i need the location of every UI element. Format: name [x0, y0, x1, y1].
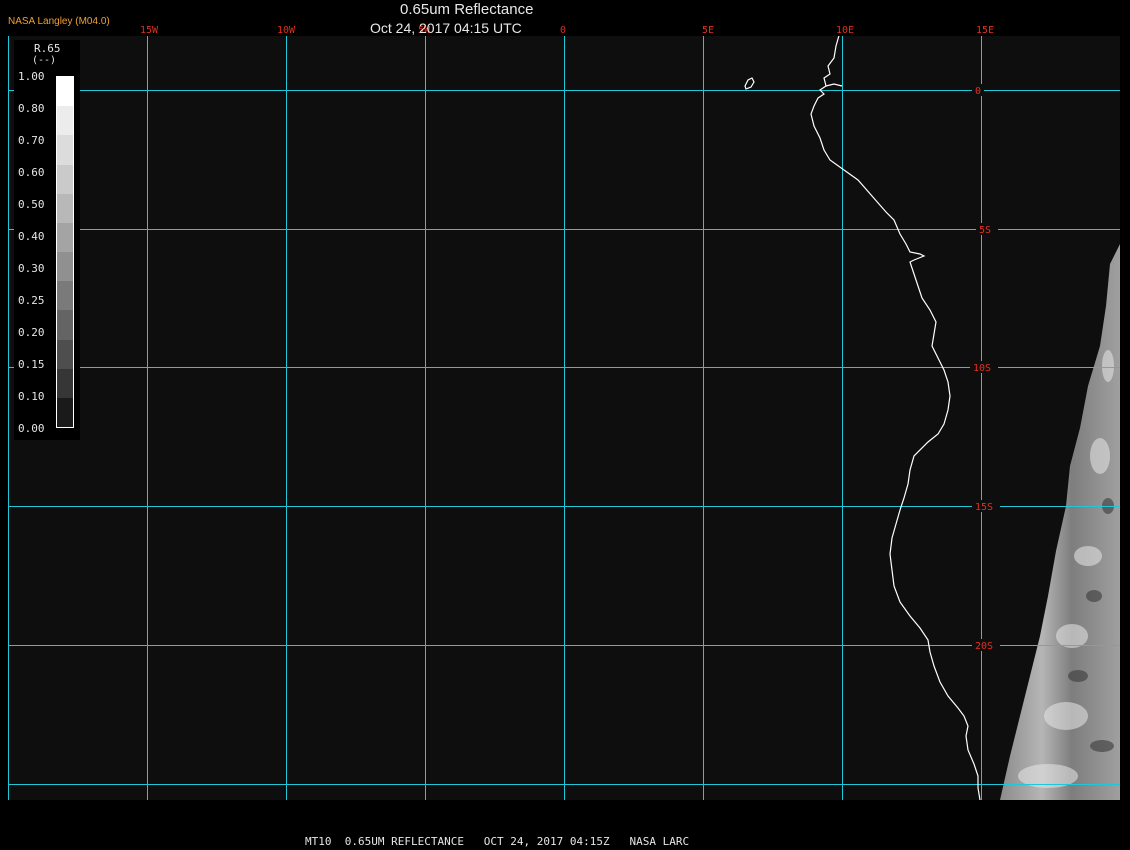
- legend-tick-label: 0.70: [18, 134, 45, 147]
- footer-caption: MT10 0.65UM REFLECTANCE OCT 24, 2017 04:…: [305, 835, 690, 848]
- legend-tick-label: 0.60: [18, 166, 45, 179]
- legend-units: (--): [32, 55, 57, 66]
- colorbar: [56, 76, 74, 428]
- colorbar-segment: [57, 368, 73, 398]
- image-timestamp: Oct 24, 2017 04:15 UTC: [370, 20, 522, 36]
- image-title: 0.65um Reflectance: [400, 1, 534, 18]
- lat-label-10s: 10S: [973, 363, 991, 374]
- coastline: [810, 36, 981, 800]
- legend-tick-label: 0.30: [18, 262, 45, 275]
- legend-tick-label: 1.00: [18, 70, 45, 83]
- colorbar-segment: [57, 164, 73, 194]
- map-area[interactable]: 0 5S 10S 15S 20S: [8, 36, 1120, 800]
- colorbar-segment: [57, 252, 73, 282]
- legend-tick-label: 0.00: [18, 422, 45, 435]
- lat-label-5s: 5S: [979, 225, 991, 236]
- colorbar-segment: [57, 397, 73, 428]
- lat-label-20s: 20S: [975, 641, 993, 652]
- legend-tick-label: 0.80: [18, 102, 45, 115]
- colorbar-segment: [57, 310, 73, 340]
- legend-tick-label: 0.10: [18, 390, 45, 403]
- longitude-label-bar: 15W 10W 5W 0 5E 10E 15E: [140, 25, 994, 36]
- latitude-labels: 0 5S 10S 15S 20S: [970, 84, 1000, 652]
- colorbar-segment: [57, 339, 73, 369]
- lon-label-10w: 10W: [277, 25, 296, 36]
- colorbar-segment: [57, 77, 73, 107]
- lon-label-10e: 10E: [836, 25, 854, 36]
- lon-label-15w: 15W: [140, 25, 159, 36]
- meridians: [8, 36, 982, 800]
- lat-label-15s: 15S: [975, 502, 993, 513]
- lat-label-0: 0: [975, 86, 981, 97]
- legend-tick-label: 0.50: [18, 198, 45, 211]
- legend-title: R.65: [34, 42, 61, 55]
- legend-tick-label: 0.15: [18, 358, 45, 371]
- colorbar-segment: [57, 106, 73, 136]
- legend-tick-label: 0.40: [18, 230, 45, 243]
- producer-label: NASA Langley (M04.0): [8, 16, 110, 27]
- color-scale-legend: R.65 (--) 1.00 0.80 0.70 0.60 0.50 0.40 0.30 0.…: [14, 40, 80, 440]
- lon-label-5e: 5E: [702, 25, 714, 36]
- satellite-image-viewer: 0 5S 10S 15S 20S 15W 10W 5W 0 5E 10E 15E…: [0, 0, 1130, 850]
- legend-tick-label: 0.20: [18, 326, 45, 339]
- colorbar-segment: [57, 193, 73, 223]
- lon-label-0: 0: [560, 25, 566, 36]
- estuary: [825, 83, 843, 87]
- map-canvas[interactable]: 0 5S 10S 15S 20S: [8, 36, 1120, 800]
- colorbar-segment: [57, 281, 73, 311]
- legend-tick-label: 0.25: [18, 294, 45, 307]
- island: [744, 77, 755, 90]
- colorbar-segment: [57, 135, 73, 165]
- colorbar-segment: [57, 222, 73, 253]
- lon-label-15e: 15E: [976, 25, 994, 36]
